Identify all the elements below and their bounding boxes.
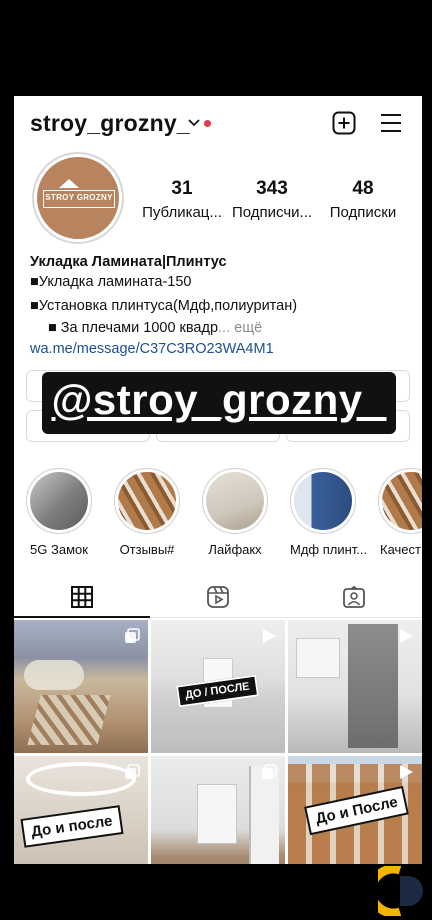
bio-line-3: ■ За плечами 1000 квадр... ещё [48,320,262,336]
carousel-icon [262,764,277,779]
profile-tabs [14,578,422,618]
bio-line-1: ■Укладка ламината-150 [30,274,192,290]
bio-more-link[interactable]: ... ещё [218,320,262,336]
highlight-label: Лайфакх [208,542,262,557]
stat-followers-label: Подписчи... [231,204,313,221]
highlight-ring [202,468,268,534]
highlight-ring [290,468,356,534]
reels-icon [207,586,229,608]
username-banner: @stroy_grozny_ [42,372,396,434]
logo-roof [59,179,79,188]
post-5-door [249,766,279,864]
highlight-ring [378,468,422,534]
post-5[interactable] [151,756,285,864]
username[interactable]: stroy_grozny_ [30,110,190,137]
post-2[interactable]: ДО / ПОСЛЕ [151,620,285,753]
carousel-icon [125,764,140,779]
grid-icon [71,586,93,608]
highlight-label: Отзывы# [119,542,175,557]
add-post-icon[interactable] [332,111,356,135]
profile-avatar[interactable]: STROY GROZNY [32,152,124,244]
stat-following-label: Подписки [329,204,397,221]
post-4-ceiling [26,762,136,796]
carousel-icon [125,628,140,643]
logo-text: STROY GROZNY [45,193,113,202]
bio-name: Укладка Ламината|Плинтус [30,254,227,270]
posts-grid: ДО / ПОСЛЕ До и после До и После [14,620,422,864]
post-4-sticker: До и после [20,805,124,848]
highlight-image [206,472,264,530]
stat-following[interactable]: 48 Подписки [326,178,400,221]
stat-posts[interactable]: 31 Публикац... [142,178,222,221]
highlight-ring [26,468,92,534]
post-3[interactable] [288,620,422,753]
highlight-label: Мдф плинт... [290,542,368,557]
highlight-label: 5G Замок [30,542,88,557]
logo-box: STROY GROZNY [43,190,115,208]
notification-dot [204,120,211,127]
tab-reels[interactable] [150,578,286,618]
stat-followers-value: 343 [256,178,288,199]
highlight-label: Качест [380,542,421,557]
post-6[interactable]: До и После [288,756,422,864]
video-icon [400,765,413,779]
highlight-1[interactable]: 5G Замок [26,468,92,557]
phone-frame: stroy_grozny_ STROY GROZNY 31 Публикац..… [0,0,432,920]
video-icon [263,629,276,643]
post-3-wall [348,624,398,748]
post-1[interactable] [14,620,148,753]
highlight-image [30,472,88,530]
stat-posts-label: Публикац... [142,204,222,221]
highlight-image [294,472,352,530]
bio-link[interactable]: wa.me/message/C37C3RO23WA4M1 [30,341,274,357]
tab-grid[interactable] [14,578,150,618]
bio-line-3-text: ■ За плечами 1000 квадр [48,320,219,336]
post-4[interactable]: До и после [14,756,148,864]
profile-screen: stroy_grozny_ STROY GROZNY 31 Публикац..… [14,96,422,864]
avatar-logo: STROY GROZNY [37,157,119,239]
video-icon [400,629,413,643]
highlight-4[interactable]: Мдф плинт... [290,468,368,557]
tagged-icon [343,586,365,608]
menu-icon[interactable] [380,113,402,133]
highlight-5[interactable]: Качест [378,468,422,557]
highlight-2[interactable]: Отзывы# [114,468,180,557]
brand-watermark-icon [378,866,423,916]
bio-line-2: ■Установка плинтуса(Мдф,полиуритан) [30,298,298,314]
stat-posts-value: 31 [171,178,193,199]
banner-text: @stroy_grozny_ [51,376,387,423]
highlight-image [118,472,176,530]
profile-header: stroy_grozny_ [14,96,422,150]
stat-followers[interactable]: 343 Подписчи... [230,178,314,221]
tab-tagged[interactable] [286,578,422,618]
post-5-doorway [197,784,237,844]
highlight-image [382,472,422,530]
stat-following-value: 48 [352,178,374,199]
highlight-ring [114,468,180,534]
post-3-window [296,638,340,678]
post-1-sofa [24,660,84,690]
chevron-down-icon[interactable] [187,118,201,128]
highlight-3[interactable]: Лайфакх [202,468,268,557]
post-1-rug [27,695,111,745]
